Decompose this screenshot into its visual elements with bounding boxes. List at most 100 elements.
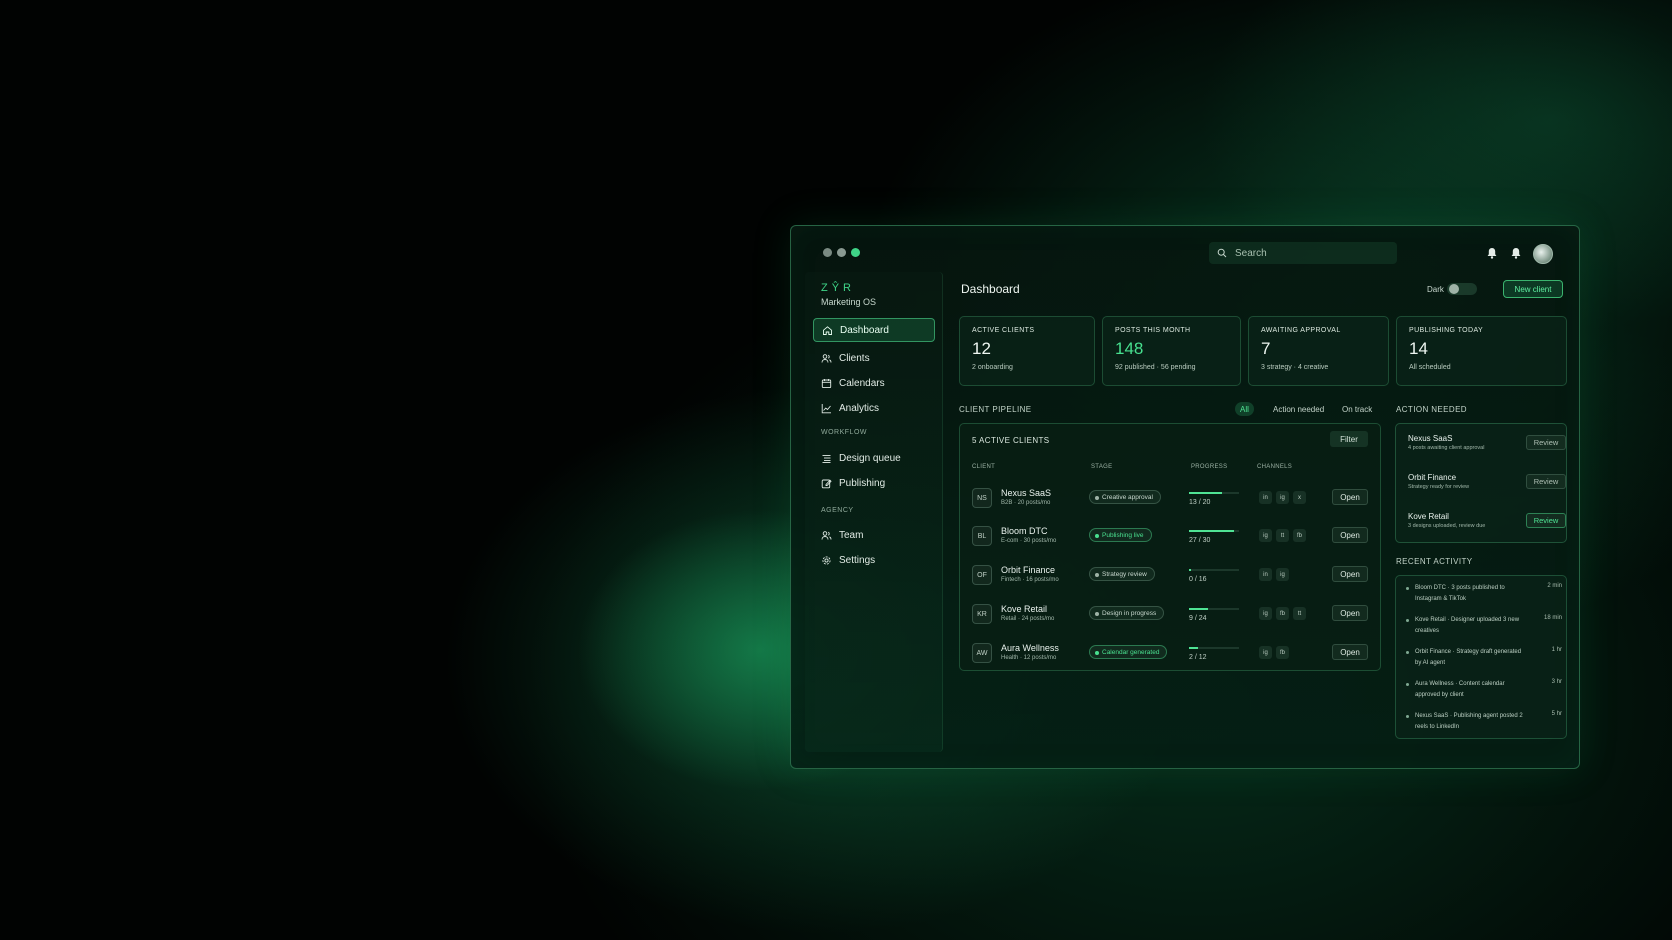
channel-badge: ig [1259, 646, 1272, 659]
sidebar-item-clients[interactable]: Clients [813, 346, 935, 370]
bullet-icon [1406, 651, 1409, 654]
open-button[interactable]: Open [1332, 605, 1368, 621]
channel-badge: tt [1276, 529, 1289, 542]
tab-on-track[interactable]: On track [1337, 402, 1377, 416]
review-button[interactable]: Review [1526, 513, 1566, 528]
sidebar-item-calendars[interactable]: Calendars [813, 371, 935, 395]
gear-icon [822, 555, 831, 565]
sidebar-item-label: Publishing [839, 477, 886, 489]
review-button[interactable]: Review [1526, 435, 1566, 450]
table-row[interactable]: OF Orbit Finance Fintech · 16 posts/mo S… [960, 559, 1382, 595]
stat-value: 7 [1261, 339, 1271, 358]
stage-badge: Calendar generated [1089, 645, 1168, 659]
notification-bell-icon[interactable] [1509, 246, 1523, 260]
theme-label: Dark [1427, 285, 1444, 294]
filter-button[interactable]: Filter [1330, 431, 1368, 447]
table-row[interactable]: AW Aura Wellness Health · 12 posts/mo Ca… [960, 637, 1382, 673]
column-header-stage: STAGE [1091, 464, 1113, 470]
sidebar-item-team[interactable]: Team [813, 523, 935, 547]
progress-bar [1189, 530, 1239, 532]
sidebar-item-label: Analytics [839, 402, 880, 414]
open-button[interactable]: Open [1332, 489, 1368, 505]
stat-label: POSTS THIS MONTH [1115, 327, 1191, 334]
table-row[interactable]: KR Kove Retail Retail · 24 posts/mo Desi… [960, 598, 1382, 634]
search-input[interactable]: Search [1209, 242, 1397, 264]
stat-value: 14 [1409, 339, 1428, 358]
dark-mode-toggle[interactable] [1447, 283, 1477, 295]
column-header-progress: PROGRESS [1191, 464, 1228, 470]
activity-item: Aura Wellness · Content calendar approve… [1406, 679, 1562, 709]
stat-card-posts-this-month: POSTS THIS MONTH 148 92 published · 56 p… [1102, 316, 1241, 386]
client-name: Bloom DTC [1001, 526, 1048, 536]
client-meta: Retail · 24 posts/mo [1001, 616, 1055, 622]
table-row[interactable]: BL Bloom DTC E-com · 30 posts/mo Publish… [960, 520, 1382, 556]
activity-text: Bloom DTC · 3 posts published to Instagr… [1415, 585, 1505, 602]
action-item: Nexus SaaS 4 posts awaiting client appro… [1408, 434, 1566, 464]
tab-all[interactable]: All [1235, 402, 1254, 416]
sidebar-item-dashboard[interactable]: Dashboard [813, 318, 935, 342]
stat-value: 12 [972, 339, 991, 358]
progress-fill [1189, 608, 1208, 610]
stat-sub: 2 onboarding [972, 364, 1013, 371]
brand-subtitle: Marketing OS [821, 297, 877, 307]
open-button[interactable]: Open [1332, 644, 1368, 660]
client-name: Aura Wellness [1001, 643, 1059, 653]
client-meta: Health · 12 posts/mo [1001, 655, 1057, 661]
progress-fill [1189, 492, 1222, 494]
brand: ZŶR Marketing OS [821, 282, 876, 307]
activity-item: Orbit Finance · Strategy draft generated… [1406, 647, 1562, 677]
bullet-icon [1406, 715, 1409, 718]
stat-value: 148 [1115, 339, 1144, 358]
sidebar-item-publishing[interactable]: Publishing [813, 471, 935, 495]
search-icon [1217, 248, 1227, 258]
app-window: Search ZŶR Marketing OS Dashboard Client… [790, 225, 1580, 769]
section-label-workflow: WORKFLOW [821, 429, 867, 436]
progress-text: 9 / 24 [1189, 615, 1207, 622]
review-button[interactable]: Review [1526, 474, 1566, 489]
activity-item: Bloom DTC · 3 posts published to Instagr… [1406, 583, 1562, 613]
channel-badge: fb [1293, 529, 1306, 542]
activity-item: Nexus SaaS · Publishing agent posted 2 r… [1406, 711, 1562, 741]
activity-time: 2 min [1547, 583, 1562, 589]
window-dot-2[interactable] [837, 248, 846, 257]
client-pipeline-table: 5 ACTIVE CLIENTS Filter CLIENT STAGE PRO… [959, 423, 1381, 671]
bullet-icon [1406, 587, 1409, 590]
pipeline-title: 5 ACTIVE CLIENTS [972, 436, 1050, 445]
client-name: Kove Retail [1001, 604, 1048, 614]
channel-badge: x [1293, 491, 1306, 504]
avatar[interactable] [1533, 244, 1553, 264]
open-button[interactable]: Open [1332, 566, 1368, 582]
activity-time: 1 hr [1551, 647, 1562, 653]
window-dot-1[interactable] [823, 248, 832, 257]
client-initials: KR [972, 604, 992, 624]
new-client-button[interactable]: New client [1503, 280, 1563, 298]
progress-text: 13 / 20 [1189, 499, 1211, 506]
channel-badge: fb [1276, 646, 1289, 659]
window-dot-3[interactable] [851, 248, 860, 257]
brand-logo: ZŶR [821, 282, 855, 294]
sidebar-item-design-queue[interactable]: Design queue [813, 446, 935, 470]
users-icon [821, 353, 832, 363]
stat-label: AWAITING APPROVAL [1261, 327, 1341, 334]
sidebar-item-label: Design queue [839, 452, 901, 464]
sidebar-item-settings[interactable]: Settings [813, 548, 935, 572]
sidebar-item-analytics[interactable]: Analytics [813, 396, 935, 420]
list-icon [822, 454, 831, 463]
calendar-icon [821, 378, 832, 388]
channel-badge: in [1259, 491, 1272, 504]
activity-time: 5 hr [1551, 711, 1562, 717]
tab-action-needed[interactable]: Action needed [1268, 402, 1329, 416]
stat-sub: 3 strategy · 4 creative [1261, 364, 1329, 371]
activity-text: Kove Retail · Designer uploaded 3 new cr… [1415, 617, 1520, 634]
client-initials: BL [972, 526, 992, 546]
chart-line-icon [821, 403, 831, 413]
open-button[interactable]: Open [1332, 527, 1368, 543]
channel-badge: tt [1293, 607, 1306, 620]
table-row[interactable]: NS Nexus SaaS B2B · 20 posts/mo Creative… [960, 482, 1382, 518]
stage-badge: Strategy review [1089, 567, 1155, 581]
client-meta: B2B · 20 posts/mo [1001, 500, 1051, 506]
bell-icon[interactable] [1485, 246, 1499, 260]
progress-bar [1189, 492, 1239, 494]
stat-sub: All scheduled [1409, 364, 1451, 371]
stat-card-publishing-today: PUBLISHING TODAY 14 All scheduled [1396, 316, 1567, 386]
